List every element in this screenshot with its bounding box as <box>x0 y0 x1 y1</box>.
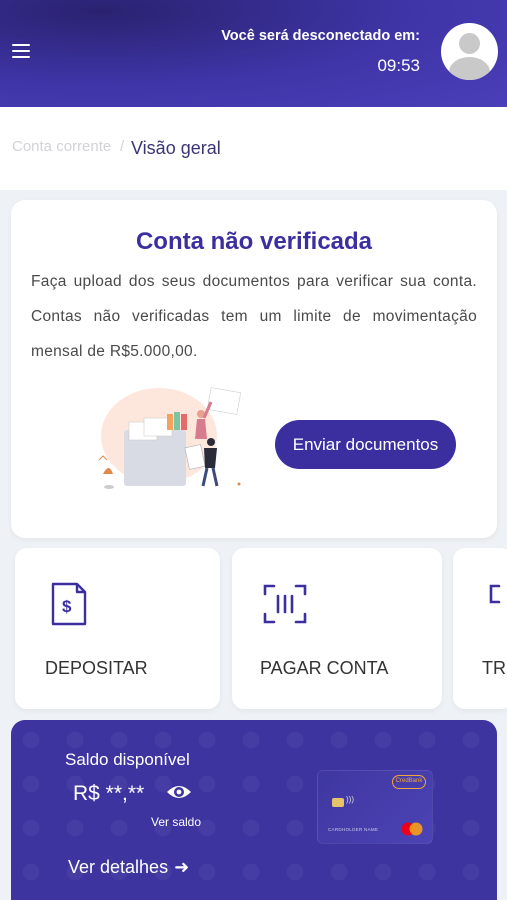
mastercard-icon <box>401 822 423 836</box>
action-card-pay-bill[interactable]: PAGAR CONTA <box>232 548 442 709</box>
card-brand-logo: CredBank <box>392 775 426 789</box>
balance-label: Saldo disponível <box>65 750 190 769</box>
action-label-deposit: DEPOSITAR <box>45 658 148 678</box>
contactless-icon: ))) <box>346 795 354 804</box>
card-holder-name: CARDHOLDER NAME <box>328 827 379 832</box>
action-card-deposit[interactable]: $ DEPOSITAR <box>15 548 220 709</box>
action-label-transfer: TR <box>482 658 506 678</box>
card-chip-icon <box>332 798 344 807</box>
verification-title: Conta não verificada <box>135 228 373 255</box>
breadcrumb-separator: / <box>120 138 125 155</box>
upload-documents-illustration <box>98 387 242 489</box>
verification-text: Faça upload dos seus documentos para ver… <box>31 273 477 360</box>
send-documents-button[interactable]: Enviar documentos <box>275 420 456 469</box>
view-details-label: Ver detalhes <box>68 857 169 877</box>
logout-timer: 09:53 <box>377 56 420 75</box>
logout-countdown-label: Você será desconectado em: <box>221 28 420 44</box>
credit-card-image: CredBank ))) CARDHOLDER NAME <box>317 770 433 844</box>
balance-value: R$ **,** <box>73 782 145 805</box>
show-balance-label[interactable]: Ver saldo <box>151 815 201 829</box>
breadcrumb-parent[interactable]: Conta corrente <box>12 138 111 155</box>
view-details-link[interactable]: Ver detalhes ➜ <box>68 857 189 878</box>
user-avatar-icon[interactable] <box>441 23 498 80</box>
eye-icon[interactable] <box>166 782 192 802</box>
barcode-scan-icon <box>263 584 307 624</box>
verification-card: Conta não verificada Faça upload dos seu… <box>11 200 497 538</box>
deposit-document-icon: $ <box>51 582 87 626</box>
app-header: Você será desconectado em: 09:53 <box>0 0 507 107</box>
transfer-icon <box>489 584 501 604</box>
svg-text:$: $ <box>62 597 72 616</box>
breadcrumb-current: Visão geral <box>131 138 221 158</box>
hamburger-icon[interactable] <box>12 44 30 58</box>
arrow-right-icon: ➜ <box>174 857 190 877</box>
action-label-pay-bill: PAGAR CONTA <box>260 658 389 678</box>
balance-card: Saldo disponível R$ **,** Ver saldo Ver … <box>11 720 497 900</box>
action-card-transfer[interactable]: TR <box>453 548 507 709</box>
